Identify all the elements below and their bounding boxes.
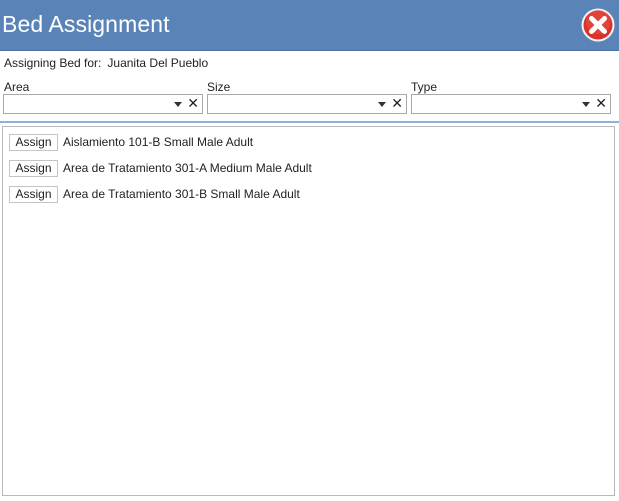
clear-icon[interactable]: ✕ <box>391 95 403 113</box>
clear-icon[interactable]: ✕ <box>595 95 607 113</box>
bed-description: Area de Tratamiento 301-B Small Male Adu… <box>63 187 300 201</box>
chevron-down-icon[interactable] <box>174 102 182 107</box>
type-filter-select[interactable]: ✕ <box>411 94 611 114</box>
chevron-down-icon[interactable] <box>378 102 386 107</box>
size-filter-label: Size <box>207 80 231 94</box>
bed-description: Aislamiento 101-B Small Male Adult <box>63 135 254 149</box>
bed-list: Assign Aislamiento 101-B Small Male Adul… <box>2 126 615 496</box>
title-bar: Bed Assignment <box>0 0 619 51</box>
chevron-down-icon[interactable] <box>582 102 590 107</box>
area-filter-select[interactable]: ✕ <box>3 94 203 114</box>
type-filter-label: Type <box>411 80 438 94</box>
close-button[interactable] <box>580 7 616 43</box>
close-icon <box>581 8 615 42</box>
size-filter-select[interactable]: ✕ <box>207 94 407 114</box>
assign-button[interactable]: Assign <box>9 134 58 151</box>
bed-description: Area de Tratamiento 301-A Medium Male Ad… <box>63 161 312 175</box>
header-divider <box>0 121 619 123</box>
window-title: Bed Assignment <box>2 11 170 37</box>
area-filter-label: Area <box>4 80 30 94</box>
assigning-bed-info: Assigning Bed for: Juanita Del Pueblo <box>4 56 208 70</box>
assign-button[interactable]: Assign <box>9 160 58 177</box>
assigning-label: Assigning Bed for: <box>4 56 102 70</box>
clear-icon[interactable]: ✕ <box>187 95 199 113</box>
patient-name: Juanita Del Pueblo <box>107 56 209 70</box>
assign-button[interactable]: Assign <box>9 186 58 203</box>
